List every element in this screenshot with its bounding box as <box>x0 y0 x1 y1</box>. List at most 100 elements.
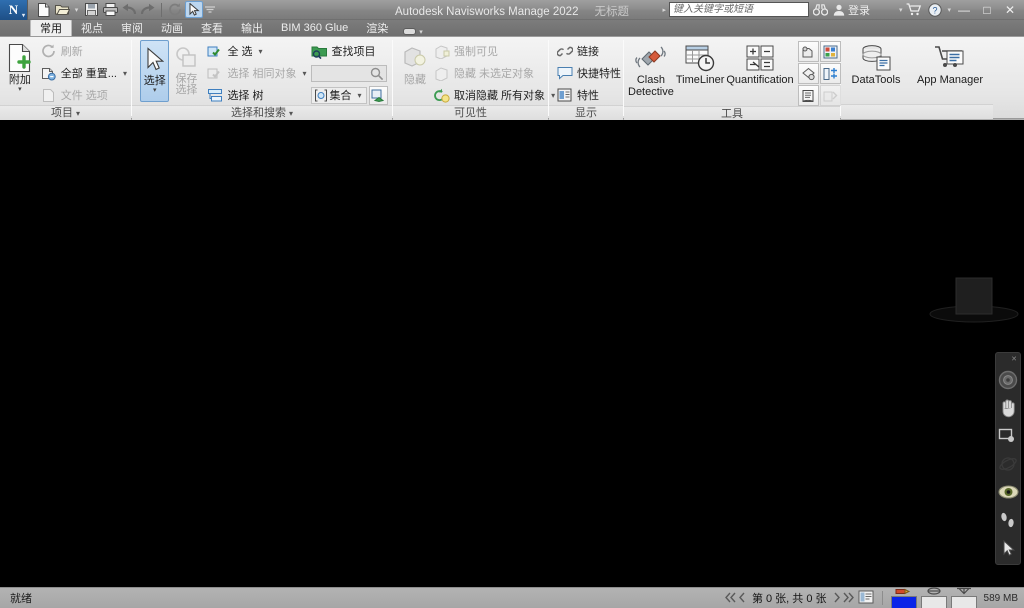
panel-selection-title[interactable]: 选择和搜索▾ <box>132 105 392 120</box>
3d-viewport[interactable]: ✕ <box>0 120 1024 587</box>
require-visible-row[interactable]: 强制可见 <box>433 41 555 61</box>
clash-detective-button[interactable]: Clash Detective <box>628 40 674 98</box>
orbit-icon[interactable] <box>997 453 1019 475</box>
tab-bim360glue[interactable]: BIM 360 Glue <box>272 20 357 36</box>
quick-find-input[interactable] <box>311 65 387 82</box>
batch-utility-button[interactable] <box>798 85 819 106</box>
chevron-down-icon[interactable]: ▾ <box>358 91 362 100</box>
append-button[interactable]: 附加▾ <box>4 40 36 93</box>
undo-button[interactable] <box>120 1 138 18</box>
chevron-down-icon[interactable]: ▾ <box>144 87 166 94</box>
next-page-icon[interactable] <box>833 592 841 605</box>
sets-combo[interactable]: 集合 ▾ <box>311 87 367 104</box>
close-button[interactable]: ✕ <box>1000 1 1020 19</box>
toolbar-divider <box>161 3 162 17</box>
quick-properties-row[interactable]: 快捷特性 <box>556 63 621 83</box>
open-file-button[interactable] <box>53 1 71 18</box>
chevron-down-icon: ▾ <box>22 12 25 19</box>
look-eye-icon[interactable] <box>997 481 1019 503</box>
quantification-button[interactable]: Quantification <box>726 40 793 86</box>
help-icon[interactable]: ? <box>926 1 944 18</box>
new-file-button[interactable] <box>34 1 52 18</box>
select-same-row[interactable]: 选择 相同对象 ▾ <box>206 63 306 83</box>
properties-row[interactable]: 特性 <box>556 85 621 105</box>
sheet-browser-icon[interactable] <box>858 590 874 607</box>
compare-icon <box>823 67 838 81</box>
tab-view[interactable]: 查看 <box>192 20 232 36</box>
chevron-down-icon[interactable]: ▾ <box>303 69 307 78</box>
app-manager-button[interactable]: App Manager <box>915 40 985 86</box>
chevron-down-icon[interactable]: ▾ <box>259 47 263 56</box>
append-file-icon <box>6 43 33 73</box>
appearance-profiler-button[interactable] <box>820 41 841 62</box>
tab-viewpoint[interactable]: 视点 <box>72 20 112 36</box>
open-dropdown[interactable]: ▾ <box>72 1 81 18</box>
save-selection-button[interactable]: 保存 选择 <box>172 40 200 96</box>
tab-render[interactable]: 渲染 <box>357 20 397 36</box>
select-button[interactable]: 选择▾ <box>140 40 169 102</box>
minimize-button[interactable]: — <box>954 1 974 19</box>
refresh-button[interactable] <box>166 1 184 18</box>
sign-in-button[interactable]: 登录 ▾ <box>833 2 903 18</box>
redo-button[interactable] <box>139 1 157 18</box>
file-options-row[interactable]: 文件 选项 <box>40 85 127 105</box>
tab-animation[interactable]: 动画 <box>152 20 192 36</box>
save-set-button[interactable] <box>369 86 388 105</box>
chevron-down-icon[interactable]: ▾ <box>123 69 127 78</box>
select-tool-button[interactable] <box>185 1 203 18</box>
find-items-row[interactable]: 查找项目 <box>311 41 388 61</box>
panel-visibility-title[interactable]: 可见性 <box>393 105 548 120</box>
zoom-window-icon[interactable] <box>997 425 1019 447</box>
animator-button[interactable] <box>798 63 819 84</box>
link-row[interactable]: 链接 <box>556 41 621 61</box>
switchback-button[interactable] <box>820 85 841 106</box>
sets-row[interactable]: 集合 ▾ <box>311 85 388 105</box>
ribbon-tab-strip: 常用 视点 审阅 动画 查看 输出 BIM 360 Glue 渲染 ▾ <box>0 20 1024 37</box>
tab-home[interactable]: 常用 <box>30 19 72 36</box>
panel-display-title[interactable]: 显示 <box>549 105 623 120</box>
maximize-button[interactable]: □ <box>977 1 997 19</box>
timeliner-button[interactable]: TimeLiner <box>676 40 725 86</box>
titlebar-right-group: ▸ 键入关键字或短语 登录 ▾ ? ▾ — □ ✕ <box>662 1 1024 19</box>
view-cube[interactable] <box>928 270 1020 326</box>
prev-page-icon[interactable] <box>738 592 746 605</box>
chevron-down-icon[interactable]: ▾ <box>9 86 31 93</box>
walk-footprints-icon[interactable] <box>997 509 1019 531</box>
binoculars-icon[interactable] <box>812 1 830 18</box>
chevron-down-icon[interactable]: ▾ <box>76 109 80 118</box>
cart-icon[interactable] <box>905 1 923 18</box>
chevron-down-icon[interactable]: ▾ <box>899 6 903 14</box>
chevron-down-icon[interactable]: ▾ <box>289 109 293 118</box>
panel-project-title[interactable]: 项目▾ <box>0 105 131 120</box>
compare-button[interactable] <box>820 63 841 84</box>
selection-tree-row[interactable]: 选择 树 <box>206 85 306 105</box>
close-icon[interactable]: ✕ <box>1011 357 1017 363</box>
select-all-row[interactable]: 全 选 ▾ <box>206 41 306 61</box>
ribbon-display-options[interactable]: ▾ <box>403 27 423 36</box>
search-expand-icon[interactable]: ▸ <box>662 6 666 14</box>
datatools-button[interactable]: DataTools <box>847 40 905 86</box>
last-page-icon[interactable] <box>843 592 854 605</box>
reset-all-row[interactable]: 全部 重置... ▾ <box>40 63 127 83</box>
select-arrow-icon[interactable] <box>997 537 1019 559</box>
first-page-icon[interactable] <box>725 592 736 605</box>
save-button[interactable] <box>82 1 100 18</box>
hide-unselected-row[interactable]: 隐藏 未选定对象 <box>433 63 555 83</box>
help-search-input[interactable]: 键入关键字或短语 <box>669 2 809 17</box>
chevron-down-icon[interactable]: ▾ <box>419 28 423 36</box>
quick-find-row[interactable] <box>311 63 388 83</box>
tab-output[interactable]: 输出 <box>232 20 272 36</box>
steering-wheel-icon[interactable] <box>997 369 1019 391</box>
refresh-row[interactable]: 刷新 <box>40 41 127 61</box>
panel-tools-title[interactable]: 工具 <box>624 106 840 121</box>
pan-hand-icon[interactable] <box>997 397 1019 419</box>
unhide-all-row[interactable]: 取消隐藏 所有对象 ▾ <box>433 85 555 105</box>
rendering-button[interactable] <box>798 41 819 62</box>
tab-review[interactable]: 审阅 <box>112 20 152 36</box>
hide-button[interactable]: 隐藏 <box>401 40 429 86</box>
qat-customize-button[interactable] <box>204 1 215 18</box>
help-dropdown-icon[interactable]: ▾ <box>947 6 951 14</box>
panel-tools: Clash Detective TimeLiner Quantification <box>624 37 840 119</box>
application-menu-button[interactable]: N▾ <box>0 0 28 20</box>
print-button[interactable] <box>101 1 119 18</box>
